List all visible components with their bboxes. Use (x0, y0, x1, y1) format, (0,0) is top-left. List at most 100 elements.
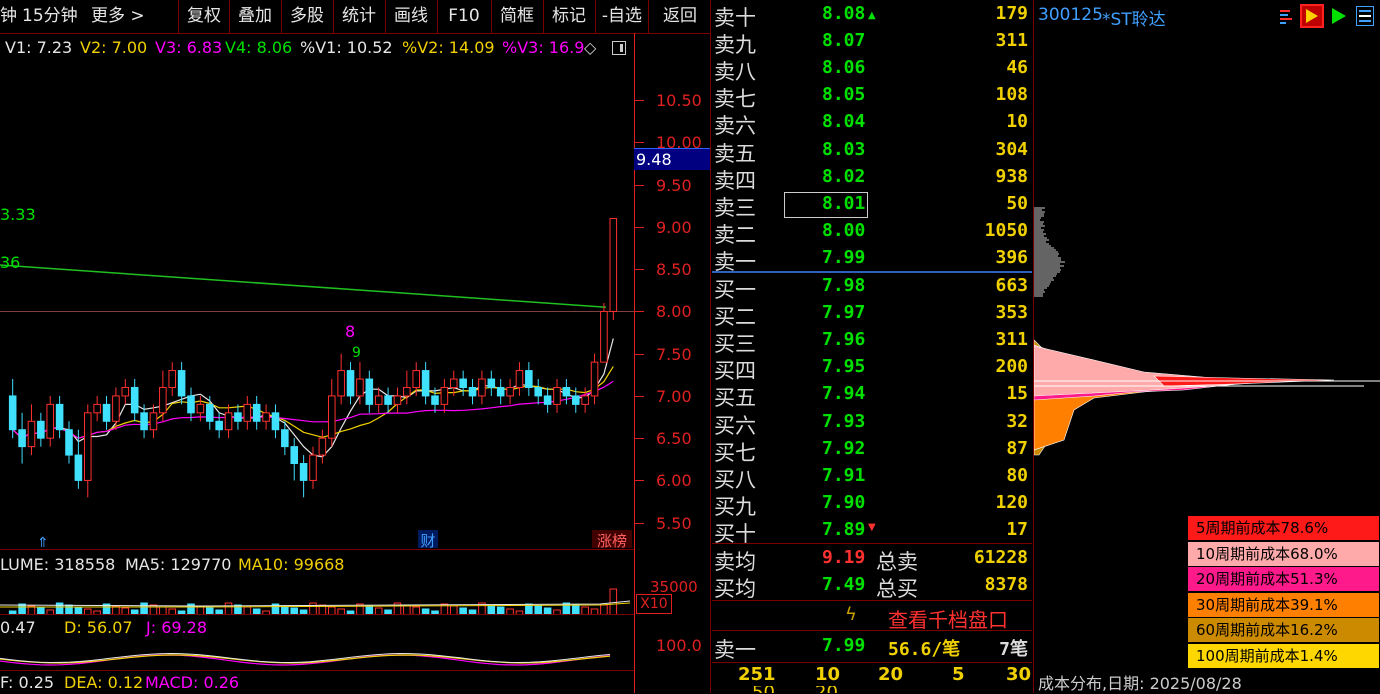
candle-body[interactable] (56, 404, 63, 429)
toolbar-biaoji[interactable]: 标记 (543, 0, 594, 33)
candle-body[interactable] (141, 413, 148, 430)
candle-body[interactable] (9, 396, 16, 430)
cost-legend-item[interactable]: 60周期前成本16.2% (1188, 618, 1379, 642)
candle-body[interactable] (460, 379, 467, 387)
candle-body[interactable] (150, 413, 157, 430)
panel-toggle-icon[interactable] (612, 41, 626, 55)
candle-body[interactable] (563, 387, 570, 395)
candle-body[interactable] (160, 387, 167, 412)
candle-body[interactable] (554, 387, 561, 404)
bids-level-row[interactable]: 买四 7.95 200 (712, 355, 1032, 382)
candle-body[interactable] (535, 387, 542, 395)
zhangbang-marker[interactable]: 涨榜 (592, 530, 632, 548)
candle-body[interactable] (488, 379, 495, 387)
candle-body[interactable] (94, 404, 101, 412)
asks-level-row[interactable]: 卖五 8.03 304 (712, 138, 1032, 165)
asks-level-row[interactable]: 卖九 8.07 311 (712, 29, 1032, 56)
bids-level-row[interactable]: 买二 7.97 353 (712, 301, 1032, 328)
cost-legend-item[interactable]: 100周期前成本1.4% (1188, 644, 1379, 668)
toolbar-tongji[interactable]: 统计 (333, 0, 384, 33)
candle-body[interactable] (357, 379, 364, 396)
candle-body[interactable] (244, 404, 251, 421)
candle-body[interactable] (404, 387, 411, 395)
candle-body[interactable] (526, 371, 533, 388)
volume-chart[interactable] (0, 575, 634, 615)
candle-body[interactable] (291, 447, 298, 464)
candle-body[interactable] (394, 396, 401, 404)
candle-body[interactable] (178, 371, 185, 396)
toolbar-jiankuang[interactable]: 简框 (491, 0, 542, 33)
candle-body[interactable] (225, 413, 232, 430)
candle-body[interactable] (544, 396, 551, 404)
candle-body[interactable] (28, 421, 35, 446)
candle-body[interactable] (319, 438, 326, 455)
candle-body[interactable] (385, 396, 392, 404)
candle-body[interactable] (479, 379, 486, 396)
candle-body[interactable] (366, 379, 373, 404)
candle-body[interactable] (310, 455, 317, 480)
candlestick-chart[interactable] (0, 58, 634, 548)
candle-body[interactable] (413, 371, 420, 388)
candle-body[interactable] (610, 219, 617, 312)
x10-scale-button[interactable]: X10 (636, 594, 672, 614)
candle-body[interactable] (84, 413, 91, 481)
candle-body[interactable] (66, 430, 73, 455)
cost-legend-item[interactable]: 20周期前成本51.3% (1188, 567, 1379, 591)
asks-level-row[interactable]: 卖四 8.02 938 (712, 165, 1032, 192)
candle-body[interactable] (131, 387, 138, 412)
candle-body[interactable] (235, 413, 242, 421)
play-arrow-icon[interactable] (1328, 6, 1348, 26)
candle-body[interactable] (300, 464, 307, 481)
candle-body[interactable] (272, 413, 279, 430)
asks-level-row[interactable]: 卖七 8.05 108 (712, 83, 1032, 110)
candle-body[interactable] (450, 379, 457, 387)
candle-body[interactable] (469, 387, 476, 395)
candle-body[interactable] (19, 430, 26, 447)
asks-level-row[interactable]: 卖八 8.06 46 (712, 56, 1032, 83)
candle-body[interactable] (188, 396, 195, 413)
candle-body[interactable] (122, 387, 129, 395)
finance-marker[interactable]: 财 (418, 530, 438, 548)
candle-body[interactable] (441, 387, 448, 404)
candle-body[interactable] (47, 404, 54, 438)
candle-body[interactable] (572, 396, 579, 404)
candle-body[interactable] (206, 404, 213, 421)
candle-body[interactable] (338, 371, 345, 396)
candle-body[interactable] (103, 404, 110, 421)
toolbar-duogu[interactable]: 多股 (281, 0, 332, 33)
view-1000-orders-link[interactable]: 查看千档盘口 (888, 604, 1008, 633)
candle-body[interactable] (197, 404, 204, 412)
candle-body[interactable] (601, 311, 608, 362)
bar-chart-icon[interactable] (1278, 7, 1294, 25)
period-selector[interactable]: 15分钟 (22, 0, 82, 33)
bids-level-row[interactable]: 买七 7.92 87 (712, 437, 1032, 464)
candle-body[interactable] (497, 387, 504, 395)
candle-body[interactable] (253, 404, 260, 421)
toolbar-huaxian[interactable]: 画线 (385, 0, 436, 33)
bids-level-row[interactable]: 买八 7.91 80 (712, 464, 1032, 491)
candle-body[interactable] (328, 396, 335, 438)
candle-body[interactable] (169, 371, 176, 388)
more-menu[interactable]: 更多 > (91, 0, 151, 33)
toolbar-zixuan[interactable]: -自选 (595, 0, 648, 33)
scroll-down-icon[interactable]: ▼ (868, 522, 876, 533)
list-view-icon[interactable] (1356, 6, 1374, 26)
candle-body[interactable] (507, 387, 514, 395)
candle-body[interactable] (75, 455, 82, 480)
toolbar-fuquan[interactable]: 复权 (178, 0, 229, 33)
candle-body[interactable] (516, 371, 523, 388)
cost-distribution-chart[interactable] (1034, 200, 1380, 500)
candle-body[interactable] (282, 430, 289, 447)
asks-level-row[interactable]: 卖三 8.01 50 (712, 192, 1032, 219)
diamond-icon[interactable]: ◇ (584, 38, 596, 57)
toolbar-f10[interactable]: F10 (437, 0, 490, 33)
cost-legend-item[interactable]: 30周期前成本39.1% (1188, 593, 1379, 617)
asks-level-row[interactable]: 卖二 8.00 1050 (712, 219, 1032, 246)
asks-level-row[interactable]: 卖六 8.04 10 (712, 110, 1032, 137)
candle-body[interactable] (38, 421, 45, 438)
candle-body[interactable] (263, 413, 270, 421)
bids-level-row[interactable]: 买五 7.94 15 (712, 382, 1032, 409)
flag-icon[interactable] (1300, 4, 1324, 28)
bids-level-row[interactable]: 买三 7.96 311 (712, 328, 1032, 355)
bids-level-row[interactable]: 买九 7.90 120 (712, 491, 1032, 518)
